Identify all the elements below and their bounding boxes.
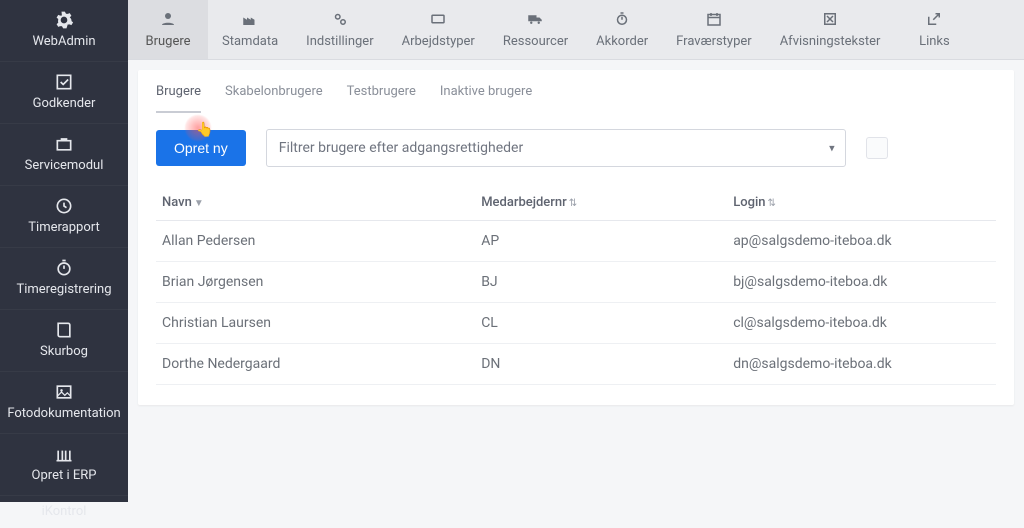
- sidebar-item-label: WebAdmin: [32, 34, 95, 49]
- topnav-label: Links: [919, 34, 950, 49]
- topnav-item-fravaerstyper[interactable]: Fraværstyper: [662, 0, 766, 59]
- card-icon: [429, 10, 447, 28]
- sort-desc-icon: ▼: [194, 198, 204, 209]
- topnav-label: Indstillinger: [306, 34, 373, 49]
- sidebar-item-skurbog[interactable]: Skurbog: [0, 310, 128, 372]
- tab-inaktive-brugere[interactable]: Inaktive brugere: [440, 84, 532, 113]
- truck-icon: [526, 10, 544, 28]
- topnav-item-afvisningstekster[interactable]: Afvisningstekster: [766, 0, 895, 59]
- topnav-label: Brugere: [145, 34, 190, 49]
- topnav-label: Akkorder: [596, 34, 648, 49]
- stopwatch-icon: [54, 258, 74, 278]
- sort-icon: ⇅: [569, 198, 577, 209]
- clock-icon: [54, 196, 74, 216]
- table-row[interactable]: Brian Jørgensen BJ bj@salgsdemo-iteboa.d…: [156, 262, 996, 303]
- tab-brugere[interactable]: Brugere: [156, 84, 201, 113]
- user-icon: [159, 10, 177, 28]
- sidebar-item-servicemodul[interactable]: Servicemodul: [0, 124, 128, 186]
- sidebar-item-label: Timeregistrering: [16, 282, 111, 297]
- create-button[interactable]: Opret ny: [156, 130, 246, 166]
- topnav-label: Afvisningstekster: [780, 34, 881, 49]
- content: Brugere Skabelonbrugere Testbrugere Inak…: [138, 70, 1014, 405]
- topnav-item-ressourcer[interactable]: Ressourcer: [489, 0, 582, 59]
- image-icon: [54, 382, 74, 402]
- topnav-label: Arbejdstyper: [402, 34, 475, 49]
- col-header-name[interactable]: Navn▼: [156, 185, 475, 221]
- check-square-icon: [54, 72, 74, 92]
- tab-testbrugere[interactable]: Testbrugere: [347, 84, 416, 113]
- toolbar: Opret ny Filtrer brugere efter adgangsre…: [138, 113, 1014, 175]
- topnav-item-akkorder[interactable]: Akkorder: [582, 0, 662, 59]
- briefcase-icon: [54, 134, 74, 154]
- topnav-label: Stamdata: [222, 34, 278, 49]
- book-icon: [54, 320, 74, 340]
- sidebar-item-label: Servicemodul: [25, 158, 104, 173]
- sidebar: WebAdmin Godkender Servicemodul Timerapp…: [0, 0, 128, 502]
- table-row[interactable]: Christian Laursen CL cl@salgsdemo-iteboa…: [156, 303, 996, 344]
- sidebar-item-fotodokumentation[interactable]: Fotodokumentation: [0, 372, 128, 434]
- sidebar-item-label: Fotodokumentation: [7, 406, 120, 421]
- table-row[interactable]: Allan Pedersen AP ap@salgsdemo-iteboa.dk: [156, 221, 996, 262]
- library-icon: [54, 444, 74, 464]
- sidebar-item-webadmin[interactable]: WebAdmin: [0, 0, 128, 62]
- topnav-label: Fraværstyper: [676, 34, 752, 49]
- topnav-label: Ressourcer: [503, 34, 568, 49]
- sidebar-item-label: Timerapport: [28, 220, 99, 235]
- topnav-item-links[interactable]: Links: [894, 0, 974, 59]
- toggle-checkbox[interactable]: [866, 137, 888, 159]
- topnav-item-arbejdstyper[interactable]: Arbejdstyper: [388, 0, 489, 59]
- reject-icon: [821, 10, 839, 28]
- sidebar-item-timeregistrering[interactable]: Timeregistrering: [0, 248, 128, 310]
- sidebar-item-ikontrol[interactable]: iKontrol: [0, 496, 128, 528]
- main: Brugere Stamdata Indstillinger Arbejdsty…: [128, 0, 1024, 502]
- external-icon: [925, 10, 943, 28]
- factory-icon: [241, 10, 259, 28]
- topnav-item-stamdata[interactable]: Stamdata: [208, 0, 292, 59]
- tab-skabelonbrugere[interactable]: Skabelonbrugere: [225, 84, 323, 113]
- table-row[interactable]: Dorthe Nedergaard DN dn@salgsdemo-iteboa…: [156, 344, 996, 385]
- sidebar-item-label: Skurbog: [40, 344, 88, 359]
- sub-tabs: Brugere Skabelonbrugere Testbrugere Inak…: [138, 70, 1014, 113]
- sidebar-item-label: Godkender: [33, 96, 96, 111]
- stopwatch-icon: [613, 10, 631, 28]
- sort-icon: ⇅: [768, 198, 776, 209]
- col-header-emp[interactable]: Medarbejdernr⇅: [475, 185, 727, 221]
- calendar-icon: [705, 10, 723, 28]
- sidebar-item-opret-erp[interactable]: Opret i ERP: [0, 434, 128, 496]
- filter-dropdown[interactable]: Filtrer brugere efter adgangsrettigheder: [266, 129, 846, 167]
- gear-icon: [54, 10, 74, 30]
- col-header-login[interactable]: Login⇅: [727, 185, 996, 221]
- topnav-item-indstillinger[interactable]: Indstillinger: [292, 0, 387, 59]
- users-table: Navn▼ Medarbejdernr⇅ Login⇅ Allan Peders…: [156, 185, 996, 385]
- gears-icon: [331, 10, 349, 28]
- sidebar-item-label: Opret i ERP: [32, 468, 97, 483]
- sidebar-item-godkender[interactable]: Godkender: [0, 62, 128, 124]
- sidebar-item-timerapport[interactable]: Timerapport: [0, 186, 128, 248]
- filter-select[interactable]: Filtrer brugere efter adgangsrettigheder: [266, 129, 846, 167]
- sidebar-item-label: iKontrol: [42, 504, 87, 519]
- users-tbody: Allan Pedersen AP ap@salgsdemo-iteboa.dk…: [156, 221, 996, 385]
- topnav-item-brugere[interactable]: Brugere: [128, 0, 208, 59]
- topnav: Brugere Stamdata Indstillinger Arbejdsty…: [128, 0, 1024, 60]
